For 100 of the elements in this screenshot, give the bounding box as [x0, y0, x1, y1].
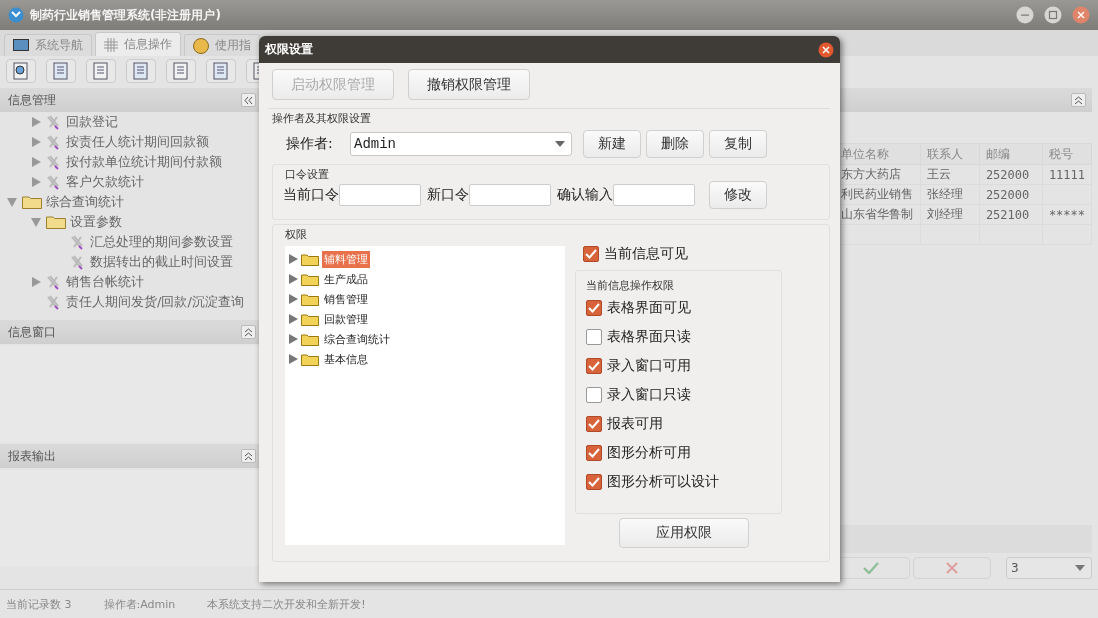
check-icon [588, 418, 600, 429]
dropdown-arrow-icon [555, 141, 565, 147]
check-icon [588, 476, 600, 487]
mode-button[interactable]: 撤销权限管理 [408, 69, 530, 100]
apply-button[interactable]: 应用权限 [619, 518, 749, 548]
table-cell: 252100 [985, 207, 1030, 222]
minimize-button[interactable] [1016, 6, 1034, 24]
checkbox[interactable]: 录入窗口可用 [586, 351, 771, 380]
table-cell: 利民药业销售 [840, 187, 913, 201]
checkbox[interactable]: 图形分析可以设计 [586, 467, 771, 496]
check-icon [588, 302, 600, 313]
collapse-button[interactable] [241, 449, 256, 463]
action-button[interactable]: 新建 [583, 130, 641, 158]
tree-item[interactable]: 设置参数 [70, 213, 122, 231]
list-icon [52, 62, 70, 80]
maximize-button[interactable] [1044, 6, 1062, 24]
tree-item[interactable]: 销售台帐统计 [66, 273, 144, 291]
tree-item[interactable]: 生产成品 [322, 270, 370, 288]
status-text: 操作者:Admin [103, 596, 176, 612]
tools-icon [46, 154, 62, 170]
check-icon [863, 562, 879, 574]
group-title: 口令设置 [285, 167, 329, 182]
tree-item[interactable]: 按责任人统计期间回款额 [66, 133, 209, 151]
checkbox[interactable]: 当前信息可见 [583, 242, 782, 266]
expand-arrow-icon[interactable] [31, 177, 41, 187]
collapse-arrow-icon[interactable] [7, 197, 17, 207]
expand-arrow-icon[interactable] [31, 277, 41, 287]
checkbox[interactable]: 表格界面可见 [586, 293, 771, 322]
action-button[interactable]: 删除 [646, 130, 704, 158]
collapse-button[interactable] [241, 325, 256, 339]
grid-icon [104, 37, 118, 52]
tools-icon [70, 254, 86, 270]
expand-arrow-icon[interactable] [31, 137, 41, 147]
folder-icon [46, 215, 66, 229]
field-label: 新口令 [427, 186, 469, 204]
tree-item[interactable]: 销售管理 [322, 290, 370, 308]
tools-icon [46, 134, 62, 150]
folder-icon [22, 195, 42, 209]
table-cell: 东方大药店 [840, 167, 901, 181]
dropdown-arrow-icon [1075, 565, 1085, 571]
password-field[interactable] [469, 184, 551, 206]
table-cell: 252000 [985, 167, 1030, 182]
tree-item[interactable]: 回款管理 [322, 310, 370, 328]
tree-item[interactable]: 综合查询统计 [322, 330, 392, 348]
magnifier-icon [12, 62, 30, 80]
checkbox[interactable]: 图形分析可用 [586, 438, 771, 467]
expand-arrow-icon[interactable] [31, 157, 41, 167]
table-cell: 252000 [985, 187, 1030, 202]
check-icon [588, 447, 600, 458]
table-cell: ***** [1048, 207, 1085, 222]
expand-arrow-icon[interactable] [31, 117, 41, 127]
page-size-dropdown[interactable]: 3 [1006, 557, 1092, 579]
status-text: 本系统支持二次开发和全新开发! [207, 596, 366, 612]
checkbox[interactable]: 录入窗口只读 [586, 380, 771, 409]
tools-icon [46, 114, 62, 130]
tools-icon [46, 294, 62, 310]
password-field[interactable] [339, 184, 421, 206]
tree-item[interactable]: 客户欠款统计 [66, 173, 144, 191]
collapse-button[interactable] [241, 93, 256, 107]
tree-item[interactable]: 按付款单位统计期间付款额 [66, 153, 222, 171]
table-cell: 11111 [1048, 167, 1085, 182]
double-chevron-icon [244, 327, 253, 337]
panel-title: 报表输出 [8, 447, 56, 465]
table-cell: 张经理 [926, 187, 963, 201]
tools-icon [46, 274, 62, 290]
window-title: 制药行业销售管理系统(非注册用户) [30, 6, 221, 24]
app-logo-icon [8, 7, 24, 23]
document-icon [92, 62, 110, 80]
folder-icon [301, 252, 319, 266]
checkbox[interactable]: 表格界面只读 [586, 322, 771, 351]
field-label: 当前口令 [283, 186, 339, 204]
status-text: 当前记录数 3 [6, 596, 72, 612]
double-chevron-icon [244, 451, 253, 461]
checkbox[interactable]: 报表可用 [586, 409, 771, 438]
tree-item[interactable]: 回款登记 [66, 113, 118, 131]
tree-item[interactable]: 汇总处理的期间参数设置 [90, 233, 233, 251]
folder-icon [301, 292, 319, 306]
tree-item[interactable]: 综合查询统计 [46, 193, 124, 211]
action-button[interactable]: 复制 [709, 130, 767, 158]
field-label: 确认输入 [557, 186, 613, 204]
tree-item[interactable]: 基本信息 [322, 350, 370, 368]
tree-item[interactable]: 责任人期间发货/回款/沉淀查询 [66, 293, 244, 311]
tree-item[interactable]: 数据转出的截止时间设置 [90, 253, 233, 271]
panel-title: 信息管理 [8, 91, 56, 109]
cross-icon [946, 562, 958, 574]
dialog-title: 权限设置 [265, 41, 313, 58]
close-button[interactable] [818, 41, 834, 58]
collapse-arrow-icon[interactable] [31, 217, 41, 227]
modify-button[interactable]: 修改 [709, 181, 767, 209]
cancel-button[interactable] [913, 557, 991, 579]
toolbar-button[interactable] [6, 59, 36, 83]
section-title: 操作者及其权限设置 [272, 111, 372, 126]
password-field[interactable] [613, 184, 695, 206]
tools-icon [46, 174, 62, 190]
collapse-button[interactable] [1071, 93, 1086, 107]
folder-icon [301, 352, 319, 366]
double-chevron-icon [1074, 95, 1083, 105]
operator-dropdown[interactable]: Admin [350, 132, 572, 156]
folder-icon [301, 332, 319, 346]
panel-title: 信息窗口 [8, 323, 56, 341]
